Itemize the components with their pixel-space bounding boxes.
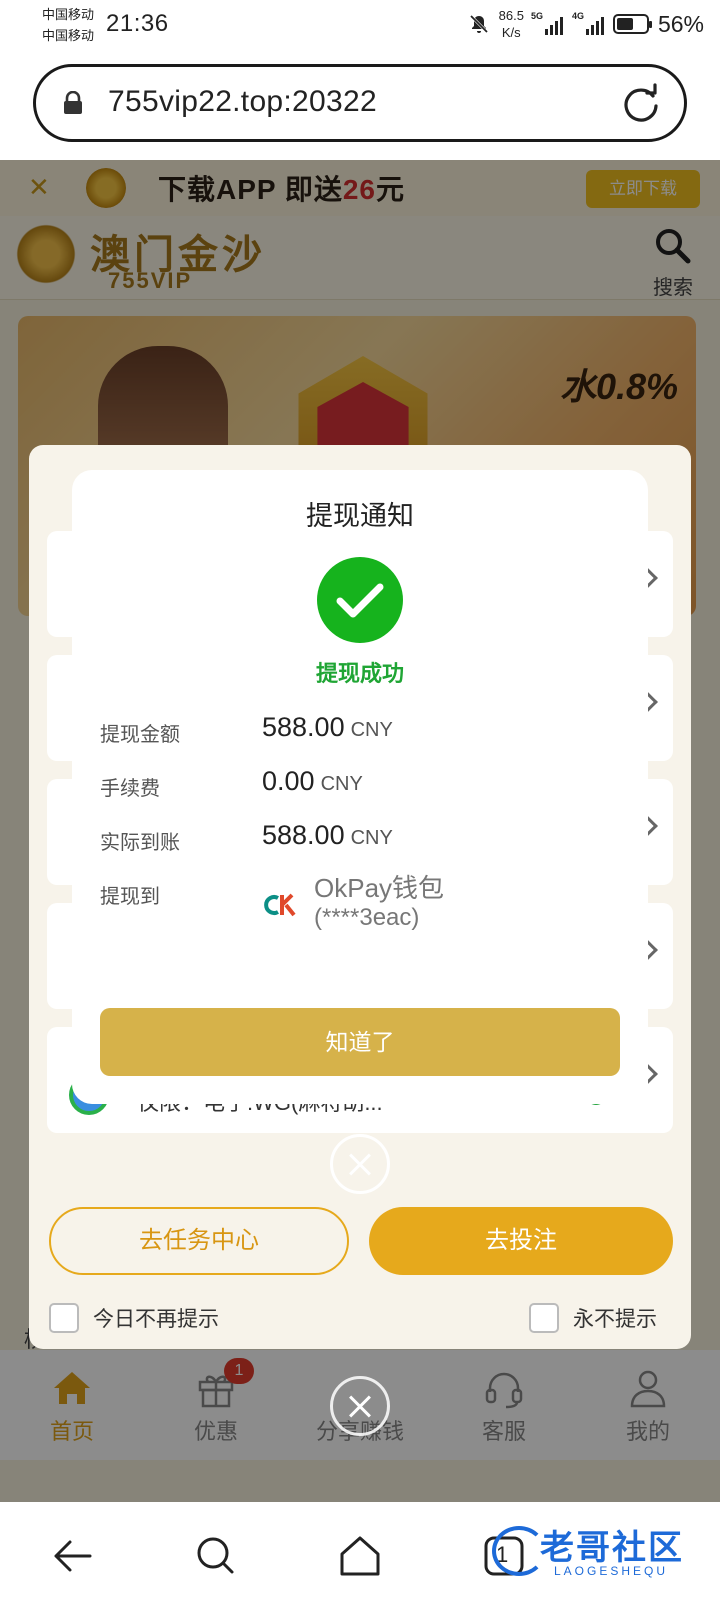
never-show-checkbox[interactable]: 永不提示 — [529, 1303, 657, 1333]
carrier-2: 中国移动 — [42, 28, 95, 43]
wallet-name: OkPay钱包 — [314, 873, 445, 903]
withdrawal-dialog: 提现通知 提现成功 提现金额 588.00 CNY 手续费 0.00 CNY 实际到… — [72, 470, 648, 1104]
signal-4g-icon: 4G — [572, 11, 604, 35]
battery-percent: 56% — [657, 10, 704, 37]
wallet-account: (****3eac) — [314, 904, 420, 931]
row-label: 手续费 — [100, 778, 160, 800]
dialog-title: 提现通知 — [306, 501, 414, 531]
close-sheet-icon[interactable] — [330, 1376, 390, 1436]
home-icon[interactable] — [336, 1532, 384, 1580]
watermark-sub: LAOGESHEQU — [554, 1564, 669, 1578]
task-center-button[interactable]: 去任务中心 — [49, 1207, 349, 1275]
go-bet-button[interactable]: 去投注 — [369, 1207, 673, 1275]
dragon-ring-icon — [492, 1526, 546, 1576]
address-bar[interactable]: 755vip22.top:20322 — [33, 64, 687, 142]
clock: 21:36 — [106, 10, 169, 37]
back-arrow-icon[interactable] — [48, 1532, 96, 1580]
row-label: 提现金额 — [100, 724, 180, 746]
checkbox-box[interactable] — [49, 1303, 79, 1333]
checkbox-box[interactable] — [529, 1303, 559, 1333]
search-icon[interactable] — [192, 1532, 240, 1580]
got-it-button[interactable]: 知道了 — [100, 1008, 620, 1076]
row-label: 提现到 — [100, 886, 160, 908]
reload-icon[interactable] — [620, 83, 662, 125]
carrier-1: 中国移动 — [42, 7, 95, 22]
carrier-info: 中国移动 中国移动 — [42, 4, 94, 46]
checkbox-label: 永不提示 — [573, 1308, 657, 1331]
network-speed: 86.5 K/s — [499, 7, 524, 41]
status-bar: 中国移动 中国移动 21:36 86.5 K/s 5G 4G 56% — [0, 0, 720, 50]
currency-unit: CNY — [350, 827, 393, 849]
row-value: 588.00 CNY — [262, 712, 393, 743]
mute-bell-icon — [469, 14, 488, 34]
close-dialog-icon[interactable] — [330, 1134, 390, 1194]
signal-5g-icon: 5G — [531, 11, 563, 35]
lock-icon — [64, 91, 82, 114]
watermark-logo: 老哥社区 LAOGESHEQU — [490, 1516, 710, 1590]
success-check-icon — [317, 557, 403, 643]
status-icons: 86.5 K/s 5G 4G 56% — [468, 6, 704, 42]
url-text[interactable]: 755vip22.top:20322 — [108, 85, 377, 119]
row-value: 588.00 CNY — [262, 820, 393, 851]
amount-value: 588.00 — [262, 712, 345, 742]
row-label: 实际到账 — [100, 832, 180, 854]
dont-show-today-checkbox[interactable]: 今日不再提示 — [49, 1303, 219, 1333]
speed-unit: K/s — [501, 25, 521, 40]
system-nav-bar: 1 老哥社区 LAOGESHEQU — [0, 1502, 720, 1612]
network-type-2: 4G — [571, 11, 584, 21]
battery-fill — [616, 18, 633, 30]
browser-toolbar: 755vip22.top:20322 — [0, 50, 720, 160]
network-type-1: 5G — [530, 11, 543, 21]
currency-unit: CNY — [350, 719, 393, 741]
speed-value: 86.5 — [498, 8, 524, 23]
fee-value: 0.00 — [262, 766, 315, 796]
watermark-text: 老哥社区 — [540, 1529, 684, 1567]
okpay-logo-icon — [264, 893, 296, 917]
received-value: 588.00 — [262, 820, 345, 850]
battery-icon — [612, 14, 652, 34]
checkbox-label: 今日不再提示 — [93, 1308, 219, 1331]
currency-unit: CNY — [320, 773, 363, 795]
status-text: 提现成功 — [315, 661, 404, 686]
row-value: 0.00 CNY — [262, 766, 363, 797]
